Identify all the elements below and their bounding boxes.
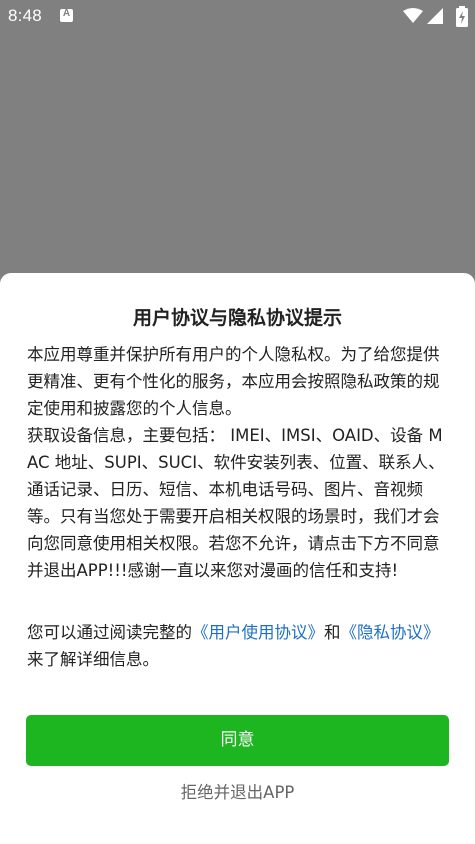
- agree-button[interactable]: 同意: [26, 715, 449, 766]
- link-para-prefix: 您可以通过阅读完整的: [27, 623, 192, 642]
- status-bar: 8:48 A: [0, 0, 475, 33]
- dialog-title: 用户协议与隐私协议提示: [132, 307, 342, 329]
- device-info-paragraph: 获取设备信息，主要包括： IMEI、IMSI、OAID、设备 MAC 地址、SU…: [27, 426, 445, 580]
- signal-icon: [427, 8, 443, 24]
- dialog-body: 本应用尊重并保护所有用户的个人隐私权。为了给您提供更精准、更有个性化的服务，本应…: [27, 341, 451, 584]
- privacy-policy-link[interactable]: 《隐私协议》: [341, 623, 440, 642]
- wifi-icon: [403, 8, 423, 23]
- a-icon: A: [60, 8, 73, 22]
- privacy-dialog: 用户协议与隐私协议提示 本应用尊重并保护所有用户的个人隐私权。为了给您提供更精准…: [0, 273, 475, 844]
- privacy-statement-paragraph: 本应用尊重并保护所有用户的个人隐私权。为了给您提供更精准、更有个性化的服务，本应…: [27, 345, 440, 418]
- link-para-suffix: 来了解详细信息。: [27, 650, 159, 669]
- status-time: 8:48: [8, 6, 42, 25]
- a-icon-glyph: A: [62, 8, 71, 19]
- decline-exit-button[interactable]: 拒绝并退出APP: [0, 778, 475, 808]
- agreement-links-paragraph: 您可以通过阅读完整的《用户使用协议》和《隐私协议》来了解详细信息。: [27, 619, 451, 673]
- user-agreement-link[interactable]: 《用户使用协议》: [192, 623, 324, 642]
- battery-charging-icon: [456, 6, 468, 27]
- link-para-and: 和: [324, 623, 341, 642]
